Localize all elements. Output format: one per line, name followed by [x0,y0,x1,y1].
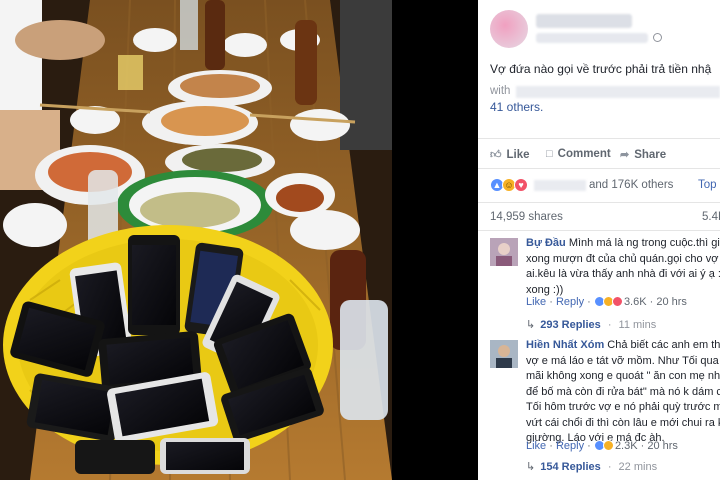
page-avatar[interactable] [490,10,528,48]
share-label: Share [634,149,667,161]
comment-time[interactable]: 20 hrs [647,440,678,452]
separator [478,202,720,203]
share-button[interactable]: ➦ Share [620,148,666,161]
views-count: 5.4K [702,211,720,223]
replies-time: 11 mins [618,319,657,331]
tagged-names-blurred[interactable] [516,86,720,98]
comment-button[interactable]: □ Comment [546,148,611,160]
replies-time: 22 mins [618,461,658,473]
photo-illustration [0,0,392,480]
comment-body: Bự Đầu Mình má là ng trong cuộc.thì giả … [526,236,720,298]
replies-link[interactable]: ↳ 154 Replies · 22 mins [526,460,657,473]
avatar-image [490,238,518,266]
facebook-post-panel: Vợ đứa nào gọi về trước phải trả tiền nh… [478,0,720,480]
reactor-names-blurred[interactable] [534,180,586,191]
comment-like-link[interactable]: Like [526,296,546,308]
reactions-bar[interactable]: ▲ ☺ ♥ and 176K others Top C [478,174,720,196]
post-photo[interactable] [0,0,392,480]
speech-bubble-icon: □ [546,148,553,160]
comment-reply-link[interactable]: Reply [556,440,584,452]
thumbs-up-icon: 👍︎ [490,149,502,161]
love-reaction-icon: ♥ [514,178,528,192]
comment-text-line: xong mượn đt của chủ quán.gọi cho vợ c [526,252,720,265]
tagged-with-label: with [490,85,511,97]
commenter-name[interactable]: Bự Đầu [526,237,566,249]
replies-count[interactable]: 293 Replies [540,319,601,331]
comment-text-line: để bố mà còn đi rửa bát" mà nó k dám cã [526,385,720,398]
comment-like-link[interactable]: Like [526,440,546,452]
commenter-name[interactable]: Hiền Nhất Xóm [526,339,604,351]
separator [478,168,720,169]
share-arrow-icon: ➦ [620,149,630,161]
comment-label: Comment [557,148,611,160]
commenter-avatar[interactable] [490,238,518,266]
replies-link[interactable]: ↳ 293 Replies · 11 mins [526,318,656,331]
commenter-avatar[interactable] [490,340,518,368]
comment-body: Hiền Nhất Xóm Chả biết các anh em thế vợ… [526,338,720,447]
globe-icon [653,33,662,42]
love-reaction-icon [611,296,623,307]
reactions-summary[interactable]: and 176K others [589,179,673,191]
page-name-blurred[interactable] [536,14,632,28]
post-actions: 👍︎ Like □ Comment ➦ Share [478,144,720,166]
comment-text-line: Chả biết các anh em thế [607,339,720,351]
shares-count[interactable]: 14,959 shares [490,211,563,223]
comment-text-line: mãi không xong e quoát " ăn con mẹ nhà [526,370,720,382]
replies-count[interactable]: 154 Replies [540,461,601,473]
separator [478,230,720,231]
post-header [478,0,720,60]
haha-reaction-icon [602,440,614,451]
comment-reaction-count[interactable]: 2.3K [615,440,638,452]
divider [392,0,478,480]
comment-time[interactable]: 20 hrs [656,296,687,308]
separator [478,138,720,139]
reply-arrow-icon: ↳ [526,461,536,473]
comment-text-line: vợ e má láo e tát vỡ mồm. Như Tối qua ăn [526,354,720,367]
top-comments-dropdown[interactable]: Top C [698,179,720,191]
comment-meta: Like · Reply · 3.6K · 20 hrs [526,296,687,308]
reply-arrow-icon: ↳ [526,319,536,331]
comment-text-line: vứt cái chổi đi thì còn lâu e mới chui r… [526,416,720,429]
like-button[interactable]: 👍︎ Like [490,148,530,161]
tagged-others-link[interactable]: 41 others. [490,100,543,114]
post-time-blurred[interactable] [536,33,648,43]
comment-reaction-count[interactable]: 3.6K [624,296,647,308]
comment-text-line: Tối hôm trước vợ e nó phải quỳ trước mặ [526,401,720,413]
comment-reply-link[interactable]: Reply [556,296,584,308]
like-label: Like [506,149,530,161]
comment-text-line: Mình má là ng trong cuộc.thì giả [568,237,720,249]
post-text: Vợ đứa nào gọi về trước phải trả tiền nh… [490,62,712,76]
comment-text-line: ai.kêu là vừa thấy anh nhà đi với ai ý ạ… [526,268,720,280]
comment-meta: Like · Reply · 2.3K · 20 hrs [526,440,678,452]
avatar-image [490,340,518,368]
